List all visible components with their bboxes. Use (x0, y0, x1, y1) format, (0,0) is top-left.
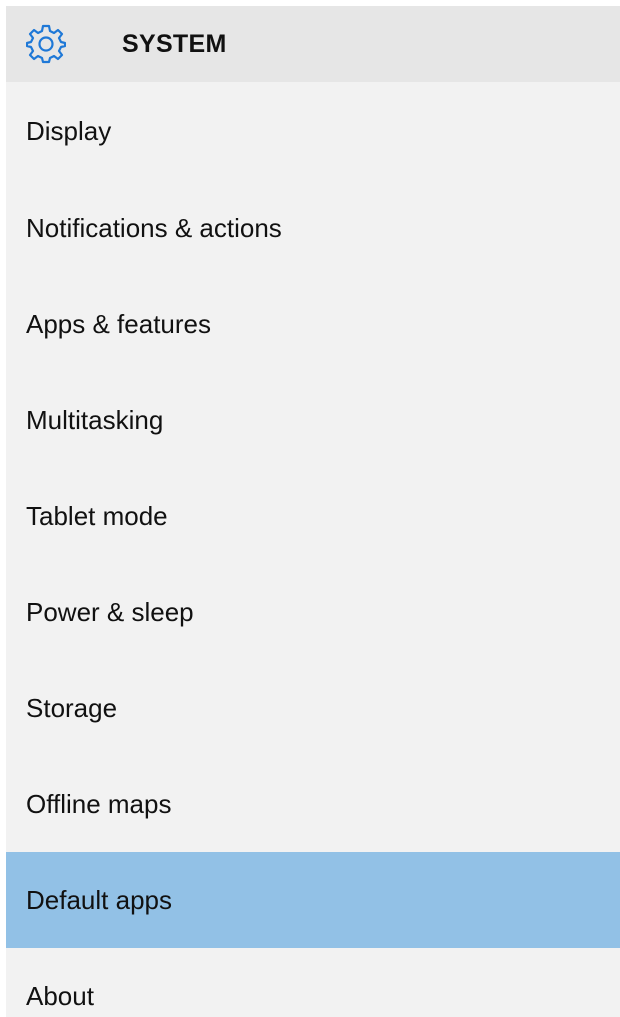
nav-item-apps-features[interactable]: Apps & features (6, 276, 620, 372)
page-title: SYSTEM (122, 29, 227, 58)
nav-item-default-apps[interactable]: Default apps (6, 852, 620, 948)
nav-item-tablet-mode[interactable]: Tablet mode (6, 468, 620, 564)
nav-item-offline-maps[interactable]: Offline maps (6, 756, 620, 852)
gear-icon (26, 24, 66, 64)
category-header: SYSTEM (6, 6, 620, 82)
nav-item-notifications-actions[interactable]: Notifications & actions (6, 180, 620, 276)
nav-item-about[interactable]: About (6, 948, 620, 1017)
settings-system-panel: SYSTEM Display Notifications & actions A… (6, 6, 620, 1017)
nav-item-display[interactable]: Display (6, 82, 620, 180)
nav-item-multitasking[interactable]: Multitasking (6, 372, 620, 468)
settings-nav-list: Display Notifications & actions Apps & f… (6, 82, 620, 1017)
nav-item-storage[interactable]: Storage (6, 660, 620, 756)
nav-item-power-sleep[interactable]: Power & sleep (6, 564, 620, 660)
